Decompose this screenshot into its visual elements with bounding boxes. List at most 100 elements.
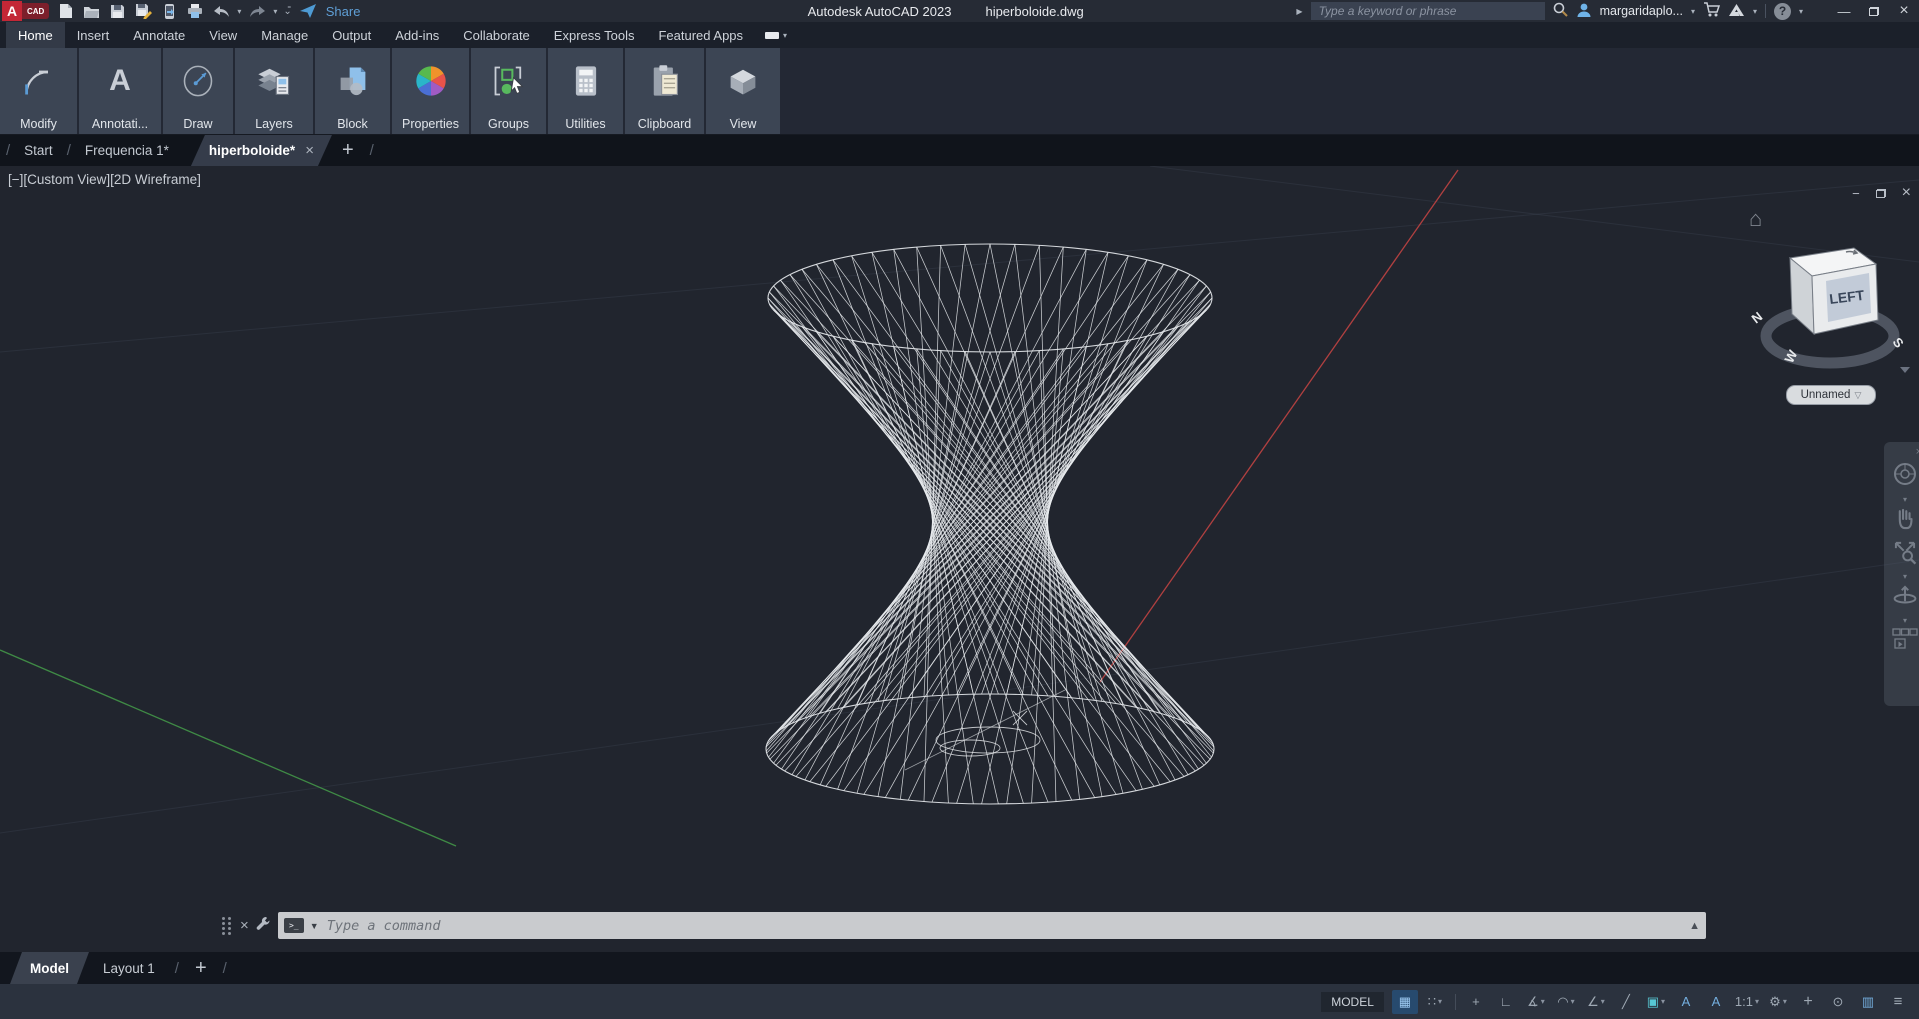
open-from-mobile-icon[interactable] bbox=[159, 2, 179, 20]
panel-groups[interactable]: Groups bbox=[471, 48, 546, 134]
ribbon-tab-annotate[interactable]: Annotate bbox=[121, 22, 197, 48]
tab-layout1[interactable]: Layout 1 bbox=[89, 952, 169, 984]
ribbon-tab-express-tools[interactable]: Express Tools bbox=[542, 22, 647, 48]
zoom-extents-icon[interactable] bbox=[1892, 539, 1918, 570]
dynamic-input-toggle[interactable]: + bbox=[1463, 990, 1489, 1014]
ribbon-tab-home[interactable]: Home bbox=[6, 22, 65, 48]
save-icon[interactable] bbox=[107, 2, 127, 20]
isolate-objects-button[interactable]: ⊙ bbox=[1825, 990, 1851, 1014]
share-plane-icon[interactable] bbox=[298, 2, 318, 20]
command-input-bar[interactable]: >_ ▼ ▲ bbox=[278, 912, 1706, 939]
print-icon[interactable] bbox=[185, 2, 205, 20]
restore-button[interactable] bbox=[1859, 0, 1889, 22]
graphics-performance-button[interactable]: ▥ bbox=[1855, 990, 1881, 1014]
undo-icon[interactable] bbox=[211, 2, 231, 20]
drag-grip[interactable] bbox=[222, 917, 232, 935]
ribbon-tab-output[interactable]: Output bbox=[320, 22, 383, 48]
snap-mode-toggle[interactable]: ∷▾ bbox=[1422, 990, 1448, 1014]
ribbon-tab-addins[interactable]: Add-ins bbox=[383, 22, 451, 48]
command-expand-icon[interactable]: ▲ bbox=[1689, 920, 1700, 932]
doc-tab-hiperboloide[interactable]: hiperboloide* × bbox=[191, 135, 332, 166]
polar-tracking-toggle[interactable]: ∡▾ bbox=[1523, 990, 1549, 1014]
customize-qat-icon[interactable]: ⌄̄ bbox=[283, 6, 291, 17]
chevron-down-icon[interactable]: ▾ bbox=[1903, 572, 1907, 581]
workspace-switching-button[interactable]: ⚙▾ bbox=[1765, 990, 1791, 1014]
autodesk-caret-icon[interactable]: ▾ bbox=[1753, 7, 1757, 16]
save-as-icon[interactable] bbox=[133, 2, 153, 20]
search-expand-icon[interactable]: ▶ bbox=[1296, 7, 1302, 16]
viewport-controls-label[interactable]: [−][Custom View][2D Wireframe] bbox=[8, 172, 201, 187]
chevron-down-icon[interactable]: ▾ bbox=[1903, 616, 1907, 625]
isodraft-toggle[interactable]: ◠▾ bbox=[1553, 990, 1579, 1014]
pan-hand-icon[interactable] bbox=[1892, 506, 1918, 537]
close-tab-icon[interactable]: × bbox=[305, 142, 314, 159]
object-snap-toggle[interactable]: ▣▾ bbox=[1643, 990, 1669, 1014]
panel-draw[interactable]: Draw bbox=[163, 48, 233, 134]
viewport-restore-icon[interactable] bbox=[1876, 184, 1886, 202]
new-drawing-button[interactable]: + bbox=[332, 135, 364, 166]
tab-model[interactable]: Model bbox=[10, 952, 89, 984]
share-button[interactable]: Share bbox=[326, 4, 361, 19]
viewport-minimize-icon[interactable]: − bbox=[1852, 184, 1860, 202]
command-close-icon[interactable]: × bbox=[240, 917, 249, 934]
customization-button[interactable]: ≡ bbox=[1885, 990, 1911, 1014]
grid-display-toggle[interactable]: ▦ bbox=[1392, 990, 1418, 1014]
ortho-mode-toggle[interactable]: ∟ bbox=[1493, 990, 1519, 1014]
redo-icon[interactable] bbox=[247, 2, 267, 20]
ribbon-tab-manage[interactable]: Manage bbox=[249, 22, 320, 48]
annotation-monitor-button[interactable]: + bbox=[1795, 990, 1821, 1014]
ribbon-tab-insert[interactable]: Insert bbox=[65, 22, 122, 48]
ribbon-tab-view[interactable]: View bbox=[197, 22, 249, 48]
model-space-indicator[interactable]: MODEL bbox=[1321, 992, 1384, 1012]
panel-view[interactable]: View bbox=[706, 48, 780, 134]
search-box[interactable] bbox=[1311, 2, 1545, 20]
panel-clipboard[interactable]: Clipboard bbox=[625, 48, 704, 134]
panel-layers[interactable]: Layers bbox=[235, 48, 313, 134]
autodesk-logo-icon[interactable] bbox=[1728, 3, 1745, 20]
annotation-autoscale-toggle[interactable]: A bbox=[1703, 990, 1729, 1014]
ribbon-tab-featured-apps[interactable]: Featured Apps bbox=[646, 22, 755, 48]
navbar-close-icon[interactable]: × bbox=[1916, 446, 1919, 458]
search-input[interactable] bbox=[1317, 3, 1539, 19]
ribbon-tab-collaborate[interactable]: Collaborate bbox=[451, 22, 542, 48]
user-icon[interactable] bbox=[1576, 2, 1592, 20]
new-layout-button[interactable]: + bbox=[185, 952, 217, 984]
viewcube-view-pill[interactable]: Unnamed ▽ bbox=[1786, 385, 1876, 405]
wrench-icon[interactable] bbox=[255, 915, 272, 937]
help-icon[interactable]: ? bbox=[1774, 3, 1791, 20]
search-icon[interactable] bbox=[1553, 2, 1568, 20]
doc-tab-start[interactable]: Start bbox=[16, 135, 61, 166]
showmotion-icon[interactable] bbox=[1891, 627, 1919, 656]
viewport-close-icon[interactable]: × bbox=[1902, 184, 1911, 202]
redo-caret-icon[interactable]: ▾ bbox=[273, 7, 277, 16]
object-snap-tracking-toggle[interactable]: ∠▾ bbox=[1583, 990, 1609, 1014]
undo-caret-icon[interactable]: ▾ bbox=[237, 7, 241, 16]
ribbon-display-toggle[interactable]: ▾ bbox=[755, 22, 797, 48]
command-input[interactable] bbox=[325, 917, 1683, 935]
annotation-scale-button[interactable]: 1:1▾ bbox=[1733, 990, 1761, 1014]
orbit-icon[interactable] bbox=[1892, 583, 1918, 614]
panel-properties[interactable]: Properties bbox=[392, 48, 469, 134]
snap-caret-icon[interactable]: ▾ bbox=[1438, 997, 1442, 1006]
lineweight-toggle[interactable]: ╱ bbox=[1613, 990, 1639, 1014]
new-file-icon[interactable] bbox=[55, 2, 75, 20]
autocad-app-icon[interactable]: A CAD bbox=[2, 0, 49, 22]
drawing-viewport[interactable]: [−][Custom View][2D Wireframe] − × ⌂ LEF… bbox=[0, 166, 1919, 952]
open-folder-icon[interactable] bbox=[81, 2, 101, 20]
panel-utilities[interactable]: Utilities bbox=[548, 48, 623, 134]
minimize-button[interactable]: — bbox=[1829, 0, 1859, 22]
compass-north[interactable]: N bbox=[1749, 309, 1766, 327]
steering-wheel-icon[interactable] bbox=[1891, 460, 1919, 493]
cart-icon[interactable] bbox=[1703, 2, 1720, 20]
viewcube-menu-caret-icon[interactable] bbox=[1900, 367, 1910, 373]
navigation-bar[interactable]: × ▾ ▾ ▾ bbox=[1884, 442, 1919, 706]
close-button[interactable]: × bbox=[1889, 0, 1919, 22]
username-button[interactable]: margaridaplo... bbox=[1600, 4, 1683, 18]
panel-modify[interactable]: Modify bbox=[0, 48, 77, 134]
chevron-down-icon[interactable]: ▾ bbox=[1903, 495, 1907, 504]
panel-annotation[interactable]: A Annotati... bbox=[79, 48, 161, 134]
help-caret-icon[interactable]: ▾ bbox=[1799, 7, 1803, 16]
recent-commands-caret-icon[interactable]: ▼ bbox=[310, 921, 319, 931]
annotation-visibility-toggle[interactable]: A bbox=[1673, 990, 1699, 1014]
command-line-bar[interactable]: × >_ ▼ ▲ bbox=[222, 910, 1706, 941]
